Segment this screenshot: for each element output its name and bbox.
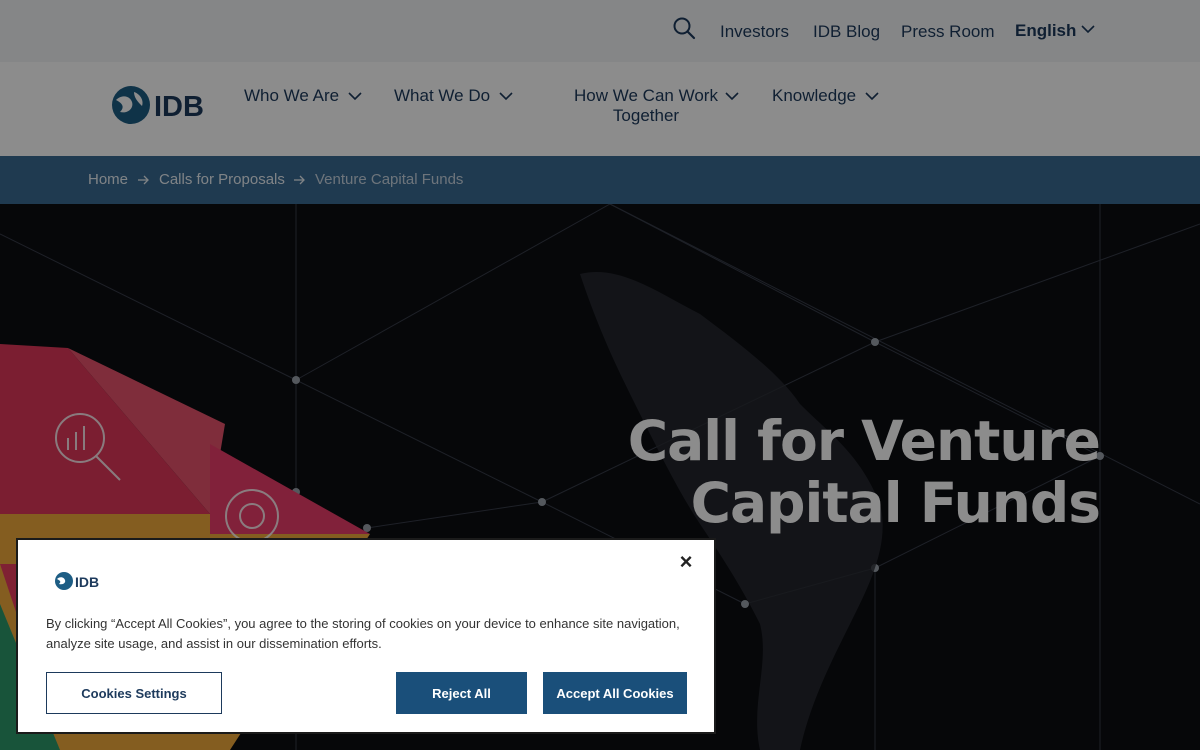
accept-all-cookies-button[interactable]: Accept All Cookies <box>543 672 687 714</box>
cookies-settings-button[interactable]: Cookies Settings <box>46 672 222 714</box>
reject-all-button[interactable]: Reject All <box>396 672 527 714</box>
idb-logo: IDB <box>55 572 99 590</box>
cookie-text: By clicking “Accept All Cookies”, you ag… <box>46 616 680 651</box>
cookie-banner: IDB × By clicking “Accept All Cookies”, … <box>16 538 716 734</box>
cookie-logo-text: IDB <box>75 574 99 590</box>
close-icon[interactable]: × <box>676 551 696 573</box>
